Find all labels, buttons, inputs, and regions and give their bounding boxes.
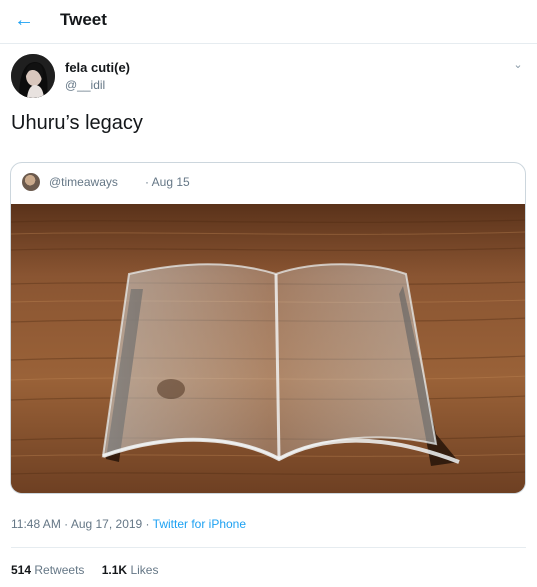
top-bar: ← Tweet <box>0 0 537 44</box>
back-arrow-icon[interactable]: ← <box>12 9 36 33</box>
likes-count: 1.1K <box>101 563 128 577</box>
author-handle[interactable]: @__idil <box>65 78 105 92</box>
tweet-timestamp: 11:48 AM · Aug 17, 2019 · Twitter for iP… <box>11 517 246 531</box>
page-title: Tweet <box>60 10 107 29</box>
retweets-stat[interactable]: 514 Retweets <box>11 563 84 577</box>
author-name[interactable]: fela cuti(e) <box>65 60 130 75</box>
source-link[interactable]: Twitter for iPhone <box>153 517 246 531</box>
likes-label: Likes <box>130 563 159 577</box>
quoted-author-avatar <box>22 173 40 191</box>
quoted-author-handle[interactable]: @timeaways <box>49 175 118 189</box>
quoted-tweet-image[interactable] <box>11 204 525 493</box>
timestamp-text: 11:48 AM · Aug 17, 2019 · <box>11 517 153 531</box>
quoted-tweet-date: · Aug 15 <box>145 175 190 189</box>
tweet-stats: 514 Retweets 1.1K Likes <box>11 563 172 577</box>
retweets-label: Retweets <box>34 563 85 577</box>
divider <box>11 547 526 548</box>
likes-stat[interactable]: 1.1K Likes <box>102 563 159 577</box>
tweet-text: Uhuru’s legacy <box>11 112 143 134</box>
author-avatar[interactable] <box>11 54 55 98</box>
avatar-photo <box>11 54 55 98</box>
chevron-down-icon[interactable]: ⌄ <box>511 58 525 72</box>
quoted-tweet-card[interactable]: @timeaways · Aug 15 <box>10 162 526 494</box>
glass-book-photo <box>11 204 525 493</box>
retweets-count: 514 <box>11 563 32 577</box>
quoted-tweet-header: @timeaways · Aug 15 <box>11 163 525 203</box>
